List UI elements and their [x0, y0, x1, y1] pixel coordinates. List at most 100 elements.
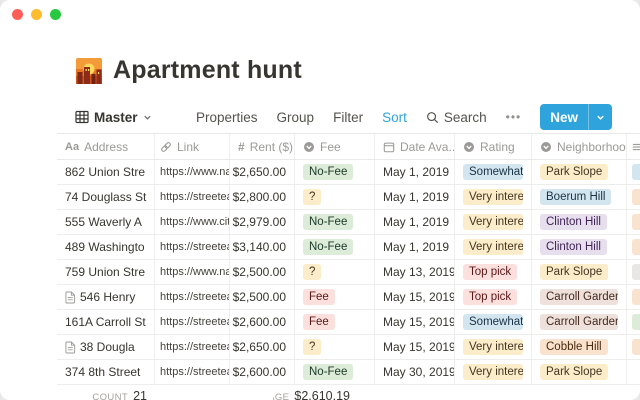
- cell-partial[interactable]: [627, 210, 640, 234]
- cell-fee[interactable]: ?: [295, 185, 375, 209]
- cell-date[interactable]: May 1, 2019: [375, 210, 455, 234]
- cell-rating[interactable]: Very interested: [455, 235, 532, 259]
- cell-link[interactable]: https://streetea: [155, 185, 230, 209]
- cell-address[interactable]: 74 Douglass St: [57, 185, 155, 209]
- cell-neighborhood[interactable]: Carroll Gardens: [532, 310, 627, 334]
- cell-date[interactable]: May 1, 2019: [375, 160, 455, 184]
- cell-rating[interactable]: Top pick: [455, 260, 532, 284]
- cell-address[interactable]: 489 Washingto: [57, 235, 155, 259]
- count-label: COUNT: [92, 392, 128, 400]
- search-label: Search: [444, 110, 487, 125]
- column-header-neighborhood[interactable]: Neighborhood: [532, 134, 627, 159]
- cell-partial[interactable]: [627, 185, 640, 209]
- cell-link[interactable]: https://www.na: [155, 160, 230, 184]
- cell-link[interactable]: https://www.na: [155, 260, 230, 284]
- cell-address[interactable]: 161A Carroll St: [57, 310, 155, 334]
- cell-rent[interactable]: $3,140.00: [230, 235, 295, 259]
- column-header-address[interactable]: Aa Address: [57, 134, 155, 159]
- cell-address[interactable]: 555 Waverly A: [57, 210, 155, 234]
- cell-link[interactable]: https://streetea: [155, 335, 230, 359]
- column-header-date[interactable]: Date Ava...: [375, 134, 455, 159]
- cell-date[interactable]: May 30, 2019: [375, 360, 455, 384]
- cell-partial[interactable]: [627, 310, 640, 334]
- cell-partial[interactable]: [627, 335, 640, 359]
- cell-date[interactable]: May 15, 2019: [375, 285, 455, 309]
- minimize-window-button[interactable]: [31, 9, 42, 20]
- cell-rent[interactable]: $2,800.00: [230, 185, 295, 209]
- cell-link[interactable]: https://streetea: [155, 360, 230, 384]
- cell-fee[interactable]: Fee: [295, 285, 375, 309]
- column-header-fee[interactable]: Fee: [295, 134, 375, 159]
- cell-partial[interactable]: [627, 235, 640, 259]
- table-row: 38 Douglahttps://streetea$2,650.00?May 1…: [57, 335, 640, 360]
- cell-fee[interactable]: No-Fee: [295, 235, 375, 259]
- cell-date[interactable]: May 15, 2019: [375, 310, 455, 334]
- cell-link[interactable]: https://streetea: [155, 285, 230, 309]
- cell-rent[interactable]: $2,600.00: [230, 360, 295, 384]
- url-property-icon: [160, 141, 172, 153]
- cell-address[interactable]: 546 Henry: [57, 285, 155, 309]
- cell-link[interactable]: https://streetea: [155, 235, 230, 259]
- group-button[interactable]: Group: [277, 110, 315, 125]
- cell-link[interactable]: https://streetea: [155, 310, 230, 334]
- cell-date[interactable]: May 1, 2019: [375, 185, 455, 209]
- cell-rent[interactable]: $2,650.00: [230, 335, 295, 359]
- new-button-chevron-icon[interactable]: [589, 113, 612, 122]
- properties-button[interactable]: Properties: [196, 110, 258, 125]
- column-header-link[interactable]: Link: [155, 134, 230, 159]
- cell-neighborhood[interactable]: Cobble Hill: [532, 335, 627, 359]
- cell-fee[interactable]: Fee: [295, 310, 375, 334]
- column-header-partial[interactable]: [627, 134, 640, 159]
- view-switcher[interactable]: Master: [75, 110, 152, 125]
- cell-address[interactable]: 862 Union Stre: [57, 160, 155, 184]
- cell-partial[interactable]: [627, 160, 640, 184]
- zoom-window-button[interactable]: [50, 9, 61, 20]
- cell-neighborhood[interactable]: Clinton Hill: [532, 210, 627, 234]
- cell-link[interactable]: https://www.cit: [155, 210, 230, 234]
- cell-fee[interactable]: ?: [295, 335, 375, 359]
- column-header-rent[interactable]: # Rent ($): [230, 134, 295, 159]
- sort-button[interactable]: Sort: [382, 110, 407, 125]
- cell-rating[interactable]: Very interested: [455, 335, 532, 359]
- cell-rating[interactable]: Somewhat interested: [455, 310, 532, 334]
- search-button[interactable]: Search: [426, 110, 487, 125]
- filter-button[interactable]: Filter: [333, 110, 363, 125]
- cell-address[interactable]: 759 Union Stre: [57, 260, 155, 284]
- cell-neighborhood[interactable]: Clinton Hill: [532, 235, 627, 259]
- cell-date[interactable]: May 15, 2019: [375, 335, 455, 359]
- cell-fee[interactable]: No-Fee: [295, 160, 375, 184]
- close-window-button[interactable]: [12, 9, 23, 20]
- cell-rating[interactable]: Very interested: [455, 360, 532, 384]
- cell-address[interactable]: 374 8th Street: [57, 360, 155, 384]
- cell-fee[interactable]: ?: [295, 260, 375, 284]
- cell-neighborhood[interactable]: Park Slope: [532, 260, 627, 284]
- city-sunset-icon[interactable]: [75, 57, 103, 85]
- cell-rent[interactable]: $2,500.00: [230, 260, 295, 284]
- cell-rent[interactable]: $2,500.00: [230, 285, 295, 309]
- footer-count-calc[interactable]: COUNT 21: [57, 389, 155, 400]
- cell-partial[interactable]: [627, 285, 640, 309]
- cell-rent[interactable]: $2,650.00: [230, 160, 295, 184]
- cell-partial[interactable]: [627, 260, 640, 284]
- cell-rating[interactable]: Very interested: [455, 210, 532, 234]
- new-record-button[interactable]: New: [540, 104, 612, 130]
- cell-neighborhood[interactable]: Boerum Hill: [532, 185, 627, 209]
- cell-fee[interactable]: No-Fee: [295, 210, 375, 234]
- column-header-rating[interactable]: Rating: [455, 134, 532, 159]
- cell-neighborhood[interactable]: Park Slope: [532, 360, 627, 384]
- cell-rent[interactable]: $2,600.00: [230, 310, 295, 334]
- cell-rating[interactable]: Top pick: [455, 285, 532, 309]
- cell-neighborhood[interactable]: Carroll Gardens: [532, 285, 627, 309]
- cell-rating[interactable]: Somewhat interested: [455, 160, 532, 184]
- cell-neighborhood[interactable]: Park Slope: [532, 160, 627, 184]
- cell-partial[interactable]: [627, 360, 640, 384]
- cell-date[interactable]: May 13, 2019: [375, 260, 455, 284]
- cell-rent[interactable]: $2,979.00: [230, 210, 295, 234]
- table-row: 546 Henryhttps://streetea$2,500.00FeeMay…: [57, 285, 640, 310]
- cell-fee[interactable]: No-Fee: [295, 360, 375, 384]
- cell-address[interactable]: 38 Dougla: [57, 335, 155, 359]
- more-options-button[interactable]: •••: [506, 110, 522, 124]
- cell-date[interactable]: May 1, 2019: [375, 235, 455, 259]
- cell-rating[interactable]: Very interested: [455, 185, 532, 209]
- footer-average-calc[interactable]: AVERAGE $2,610.19: [273, 389, 352, 400]
